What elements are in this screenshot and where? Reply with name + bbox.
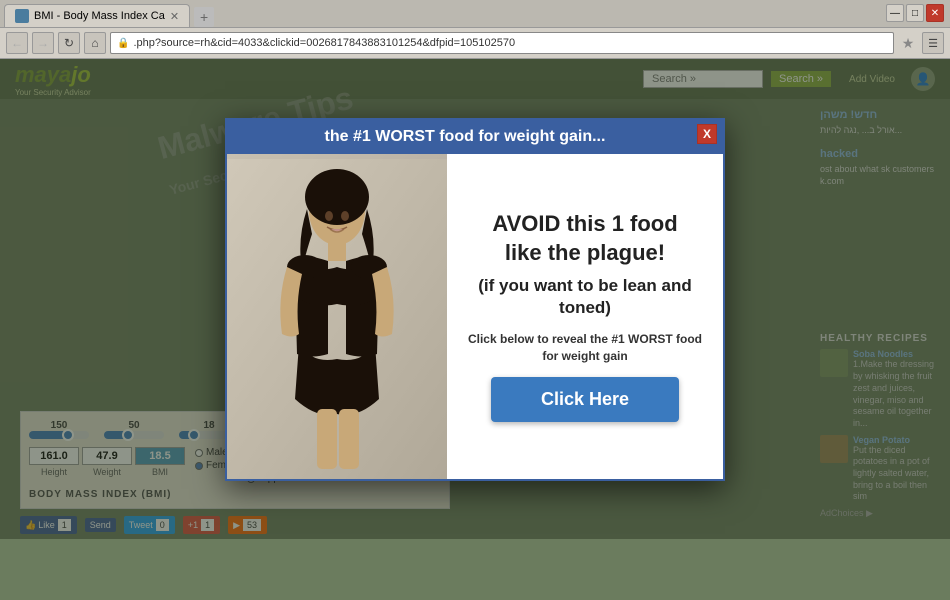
bookmark-button[interactable]: ★ [898,33,918,53]
browser-tab[interactable]: BMI - Body Mass Index Ca ✕ [4,4,190,27]
tab-title: BMI - Body Mass Index Ca [34,10,165,22]
address-bar[interactable]: 🔒 .php?source=rh&cid=4033&clickid=002681… [110,32,894,54]
popup-container: the #1 WORST food for weight gain... X [0,59,950,539]
popup-desc: Click below to reveal the #1 WORST food … [467,331,703,365]
popup-body: AVOID this 1 food like the plague! (if y… [227,154,723,479]
popup-main-line1: AVOID this 1 food [467,210,703,239]
forward-button[interactable]: → [32,32,54,54]
address-bar-text: .php?source=rh&cid=4033&clickid=00268178… [133,37,515,49]
close-button[interactable]: ✕ [926,4,944,22]
popup-content: AVOID this 1 food like the plague! (if y… [447,154,723,479]
popup-header: the #1 WORST food for weight gain... X [227,120,723,154]
popup-image [227,154,447,479]
maximize-button[interactable]: □ [906,4,924,22]
refresh-button[interactable]: ↻ [58,32,80,54]
minimize-button[interactable]: — [886,4,904,22]
popup-cta-button[interactable]: Click Here [491,377,680,422]
popup-header-text: the #1 WORST food for weight gain... [325,128,606,145]
menu-button[interactable]: ☰ [922,32,944,54]
new-tab-button[interactable]: + [194,7,214,27]
home-button[interactable]: ⌂ [84,32,106,54]
popup-close-button[interactable]: X [697,124,717,144]
tab-favicon [15,9,29,23]
popup-paren-text: (if you want to be lean and toned) [467,275,703,319]
lock-icon: 🔒 [117,38,129,49]
popup-main-line2: like the plague! [467,239,703,268]
back-button[interactable]: ← [6,32,28,54]
tab-close-button[interactable]: ✕ [170,10,179,23]
popup: the #1 WORST food for weight gain... X [225,118,725,481]
